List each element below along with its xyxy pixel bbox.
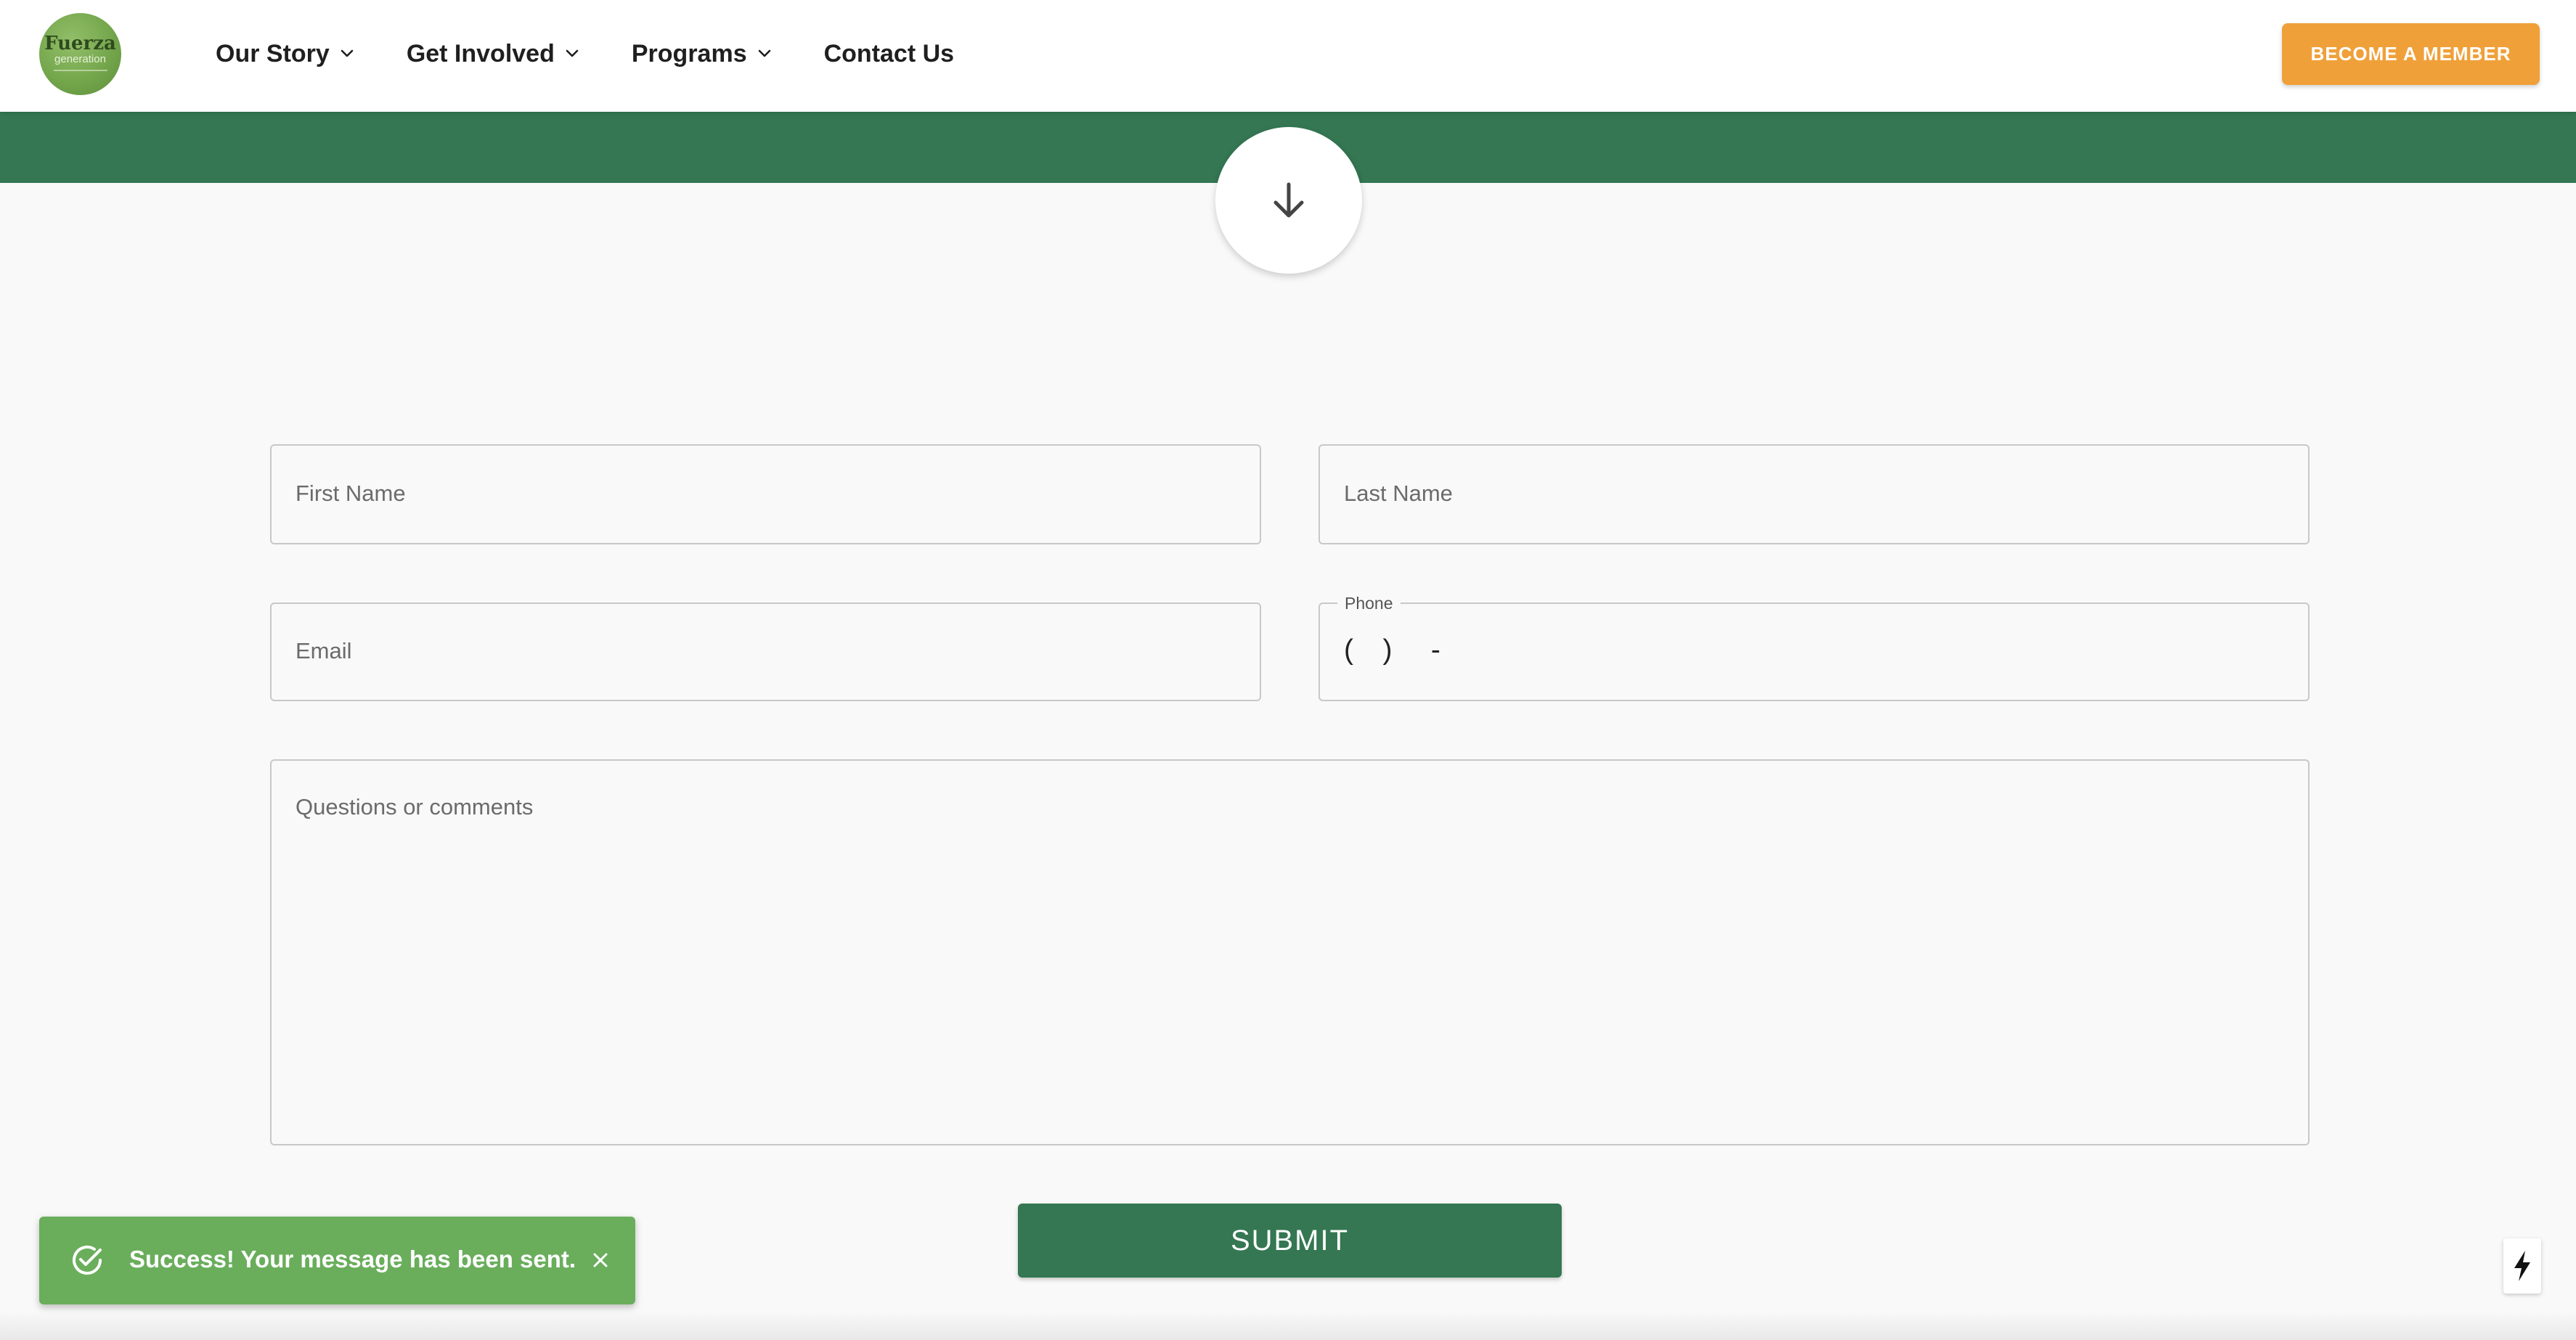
email-field[interactable]: Email bbox=[270, 602, 1261, 701]
submit-button[interactable]: SUBMIT bbox=[1018, 1204, 1562, 1278]
chevron-down-icon bbox=[341, 49, 354, 57]
nav-item-label: Get Involved bbox=[406, 39, 555, 68]
logo-sub-text: generation bbox=[54, 53, 106, 65]
phone-field[interactable]: Phone ( ) - bbox=[1318, 594, 2310, 701]
main-nav: Our Story Get Involved Programs Contact … bbox=[216, 33, 1005, 74]
phone-mask: ( ) - bbox=[1344, 634, 1442, 666]
toast-message: Success! Your message has been sent. bbox=[129, 1246, 576, 1272]
chevron-down-icon bbox=[566, 49, 579, 57]
chevron-down-icon bbox=[758, 49, 770, 57]
last-name-placeholder: Last Name bbox=[1344, 481, 1453, 506]
first-name-field[interactable]: First Name bbox=[270, 444, 1261, 544]
site-logo[interactable]: Fuerza generation bbox=[39, 13, 121, 95]
comments-placeholder: Questions or comments bbox=[295, 794, 534, 820]
site-header: Fuerza generation Our Story Get Involved… bbox=[0, 0, 2576, 112]
close-icon[interactable] bbox=[589, 1249, 612, 1272]
email-placeholder: Email bbox=[295, 638, 352, 663]
nav-item-programs[interactable]: Programs bbox=[632, 40, 773, 68]
logo-divider bbox=[53, 70, 107, 71]
bottom-shadow bbox=[0, 1311, 2576, 1340]
nav-item-label: Our Story bbox=[216, 39, 330, 68]
nav-item-label: Programs bbox=[631, 39, 747, 68]
quick-action-button[interactable] bbox=[2503, 1238, 2541, 1294]
logo-main-text: Fuerza bbox=[44, 33, 116, 54]
first-name-placeholder: First Name bbox=[295, 481, 406, 506]
comments-field[interactable]: Questions or comments bbox=[270, 759, 2310, 1145]
scroll-down-button[interactable] bbox=[1215, 127, 1362, 274]
check-circle-icon bbox=[73, 1245, 102, 1275]
nav-item-label: Contact Us bbox=[823, 39, 955, 68]
lightning-bolt-icon bbox=[2514, 1251, 2530, 1281]
nav-item-contact-us[interactable]: Contact Us bbox=[824, 40, 954, 68]
nav-item-our-story[interactable]: Our Story bbox=[216, 40, 356, 68]
success-toast: Success! Your message has been sent. bbox=[39, 1217, 635, 1304]
page: Fuerza generation Our Story Get Involved… bbox=[0, 0, 2576, 1340]
phone-label: Phone bbox=[1337, 594, 1401, 613]
arrow-down-icon bbox=[1273, 182, 1304, 218]
nav-item-get-involved[interactable]: Get Involved bbox=[407, 40, 581, 68]
become-member-button[interactable]: BECOME A MEMBER bbox=[2282, 23, 2540, 85]
last-name-field[interactable]: Last Name bbox=[1318, 444, 2310, 544]
